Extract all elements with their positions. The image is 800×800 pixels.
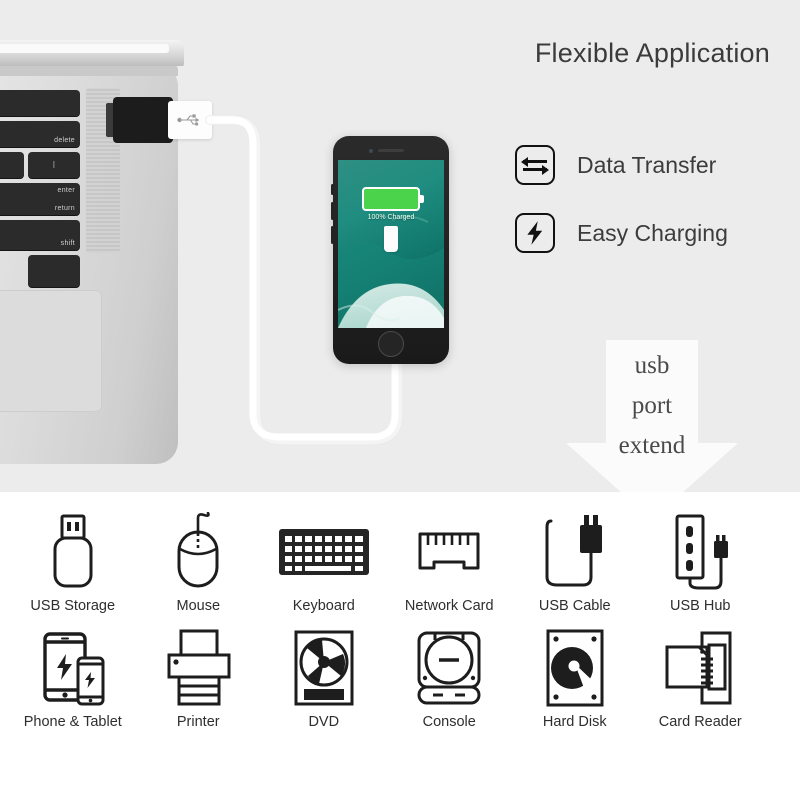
data-transfer-arrows-icon (515, 145, 555, 185)
grid-item-usb-cable: USB Cable (512, 510, 638, 614)
grid-item-mouse: Mouse (136, 510, 262, 614)
dvd-drive-icon (291, 626, 357, 710)
feature-label: Easy Charging (577, 219, 728, 246)
grid-item-phone-tablet: Phone & Tablet (10, 626, 136, 730)
mouse-icon (169, 510, 227, 594)
grid-item-usb-hub: USB Hub (638, 510, 764, 614)
usb-cable-icon (539, 510, 611, 594)
grid-item-label: Card Reader (658, 714, 742, 730)
callout-line-2: port (631, 392, 673, 419)
hero-section: + = delete } | (0, 0, 800, 492)
grid-item-label: USB Hub (670, 598, 731, 614)
grid-row-2: Phone & Tablet Printer DVD Console Hard … (0, 614, 800, 730)
grid-item-card-reader: Card Reader (638, 626, 764, 730)
product-feature-image: + = delete } | (0, 0, 800, 800)
grid-item-keyboard: Keyboard (261, 510, 387, 614)
bolt-glyph (527, 221, 543, 245)
feature-label: Data Transfer (577, 151, 717, 178)
grid-item-label: Keyboard (292, 598, 355, 614)
grid-item-dvd: DVD (261, 626, 387, 730)
battery-nub (420, 195, 424, 203)
grid-item-printer: Printer (136, 626, 262, 730)
feature-data-transfer: Data Transfer (515, 140, 728, 190)
arrow-head-left (521, 156, 528, 167)
page-title: Flexible Application (534, 38, 770, 68)
phone-home-button (378, 331, 404, 357)
arrow-head-right (542, 165, 549, 175)
card-reader-icon (661, 626, 739, 710)
phone-silent-switch (331, 184, 334, 195)
lightning-bolt-icon (515, 213, 555, 253)
callout-text: usb port extend (566, 346, 738, 466)
grid-item-label: Printer (176, 714, 220, 730)
network-card-icon (414, 510, 484, 594)
phone-front-camera (369, 148, 373, 153)
keyboard-icon (278, 510, 370, 594)
usb-hub-icon (667, 510, 733, 594)
grid-item-hard-disk: Hard Disk (512, 626, 638, 730)
grid-item-label: Network Card (404, 598, 494, 614)
usb-flash-drive-icon (44, 510, 102, 594)
callout-line-3: extend (618, 432, 686, 459)
grid-item-label: Hard Disk (542, 714, 607, 730)
grid-item-label: Mouse (176, 598, 221, 614)
printer-icon (161, 626, 235, 710)
grid-item-console: Console (387, 626, 513, 730)
lightning-connector (384, 226, 398, 252)
compatibility-grid: USB Storage Mouse Keyboard Network Card … (0, 492, 800, 800)
grid-item-network-card: Network Card (387, 510, 513, 614)
battery-indicator (362, 187, 424, 211)
usb-port-extend-callout: usb port extend (566, 340, 738, 492)
phone-earpiece (378, 149, 404, 152)
grid-item-label: USB Cable (538, 598, 611, 614)
grid-row-1: USB Storage Mouse Keyboard Network Card … (0, 492, 800, 614)
hard-disk-icon (544, 626, 606, 710)
callout-line-1: usb (634, 352, 670, 379)
grid-item-label: Console (422, 714, 476, 730)
grid-item-label: Phone & Tablet (23, 714, 122, 730)
feature-easy-charging: Easy Charging (515, 208, 728, 258)
battery-status-text: 100% Charged (367, 214, 415, 221)
grid-item-label: DVD (308, 714, 340, 730)
phone-tablet-icon (33, 626, 113, 710)
grid-item-label: USB Storage (30, 598, 116, 614)
console-icon (413, 626, 485, 710)
phone-volume-down-button (331, 226, 334, 244)
phone-volume-up-button (331, 202, 334, 220)
feature-list: Data Transfer Easy Charging (515, 140, 728, 276)
grid-item-usb-storage: USB Storage (10, 510, 136, 614)
